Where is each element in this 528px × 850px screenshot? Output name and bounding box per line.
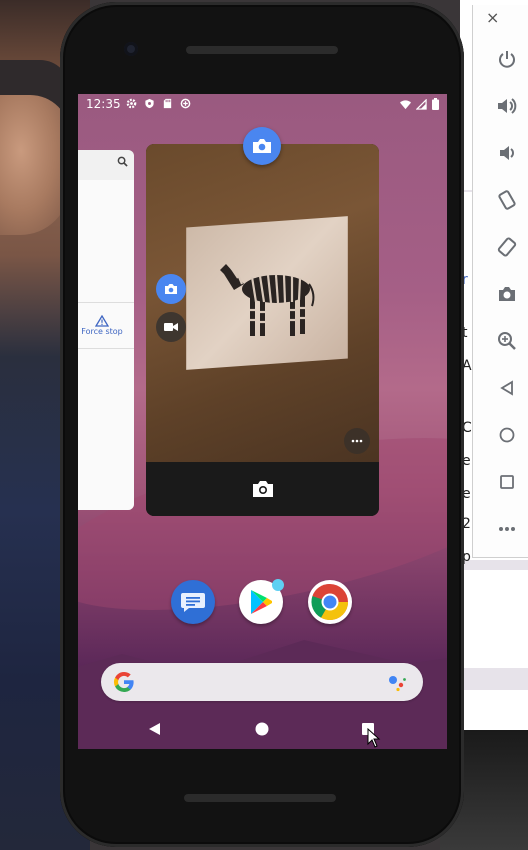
bottom-speaker: [184, 794, 336, 802]
overview-square-icon[interactable]: [495, 470, 519, 494]
google-search-bar[interactable]: [101, 663, 423, 701]
card-body: [78, 180, 134, 510]
home-icon: [255, 722, 269, 736]
more-options-button[interactable]: [344, 428, 370, 454]
assistant-icon[interactable]: [387, 674, 409, 692]
back-icon: [149, 723, 160, 735]
photo-mode-button[interactable]: [156, 274, 186, 304]
phone-screen: 12:35 Force stop: [78, 94, 447, 749]
back-triangle-icon[interactable]: [495, 376, 519, 400]
background-band: [462, 668, 528, 690]
photo-mode-icon: [165, 284, 177, 294]
rotate-left-icon[interactable]: [495, 188, 519, 212]
wifi-icon: [400, 99, 411, 109]
battery-icon: [432, 98, 439, 110]
play-store-app-icon[interactable]: [239, 579, 284, 624]
volume-down-icon[interactable]: [495, 141, 519, 165]
signal-icon: [416, 98, 427, 110]
mouse-cursor-icon: [367, 728, 381, 748]
message-bubble-icon: [181, 593, 205, 612]
front-camera: [124, 42, 138, 56]
play-triangle-icon: [251, 590, 272, 614]
navigation-bar: [78, 708, 447, 749]
more-horizontal-icon: [351, 439, 363, 443]
emulator-toolbar: ×: [472, 5, 528, 558]
shutter-bar: [146, 462, 379, 516]
search-icon[interactable]: [117, 156, 128, 167]
zoom-icon[interactable]: [495, 329, 519, 353]
settings-icon: [126, 98, 137, 109]
data-saver-icon: [180, 98, 191, 109]
screenshot-camera-icon[interactable]: [495, 282, 519, 306]
warning-icon: [95, 315, 109, 327]
background-band: [462, 560, 528, 570]
rotate-right-icon[interactable]: [495, 235, 519, 259]
recent-app-card-camera[interactable]: [146, 144, 379, 516]
notification-dot: [272, 579, 284, 591]
home-button[interactable]: [252, 720, 272, 738]
camera-viewfinder: [146, 144, 379, 462]
camera-app-icon[interactable]: [243, 127, 281, 165]
chrome-icon: [311, 583, 348, 621]
recent-app-card-settings[interactable]: Force stop: [78, 150, 134, 510]
video-mode-icon: [164, 323, 178, 331]
close-icon[interactable]: ×: [486, 10, 500, 26]
sd-card-icon: [163, 98, 172, 109]
shield-icon: [145, 98, 154, 109]
messages-app-icon[interactable]: [171, 580, 215, 624]
force-stop-button[interactable]: Force stop: [78, 315, 132, 336]
status-bar: 12:35: [78, 94, 447, 116]
power-icon[interactable]: [495, 47, 519, 71]
back-button[interactable]: [144, 720, 164, 738]
google-g-icon: [114, 671, 134, 692]
divider: [78, 348, 134, 349]
more-icon[interactable]: [495, 517, 519, 541]
home-circle-icon[interactable]: [495, 423, 519, 447]
status-time: 12:35: [86, 97, 121, 111]
video-mode-button[interactable]: [156, 312, 186, 342]
camera-shutter-icon[interactable]: [251, 479, 275, 499]
force-stop-label: Force stop: [81, 327, 123, 336]
top-speaker: [186, 46, 338, 54]
zebra-image: [220, 264, 315, 336]
camera-icon: [253, 139, 271, 153]
chrome-app-icon[interactable]: [308, 580, 352, 624]
divider: [78, 302, 134, 303]
volume-up-icon[interactable]: [495, 94, 519, 118]
